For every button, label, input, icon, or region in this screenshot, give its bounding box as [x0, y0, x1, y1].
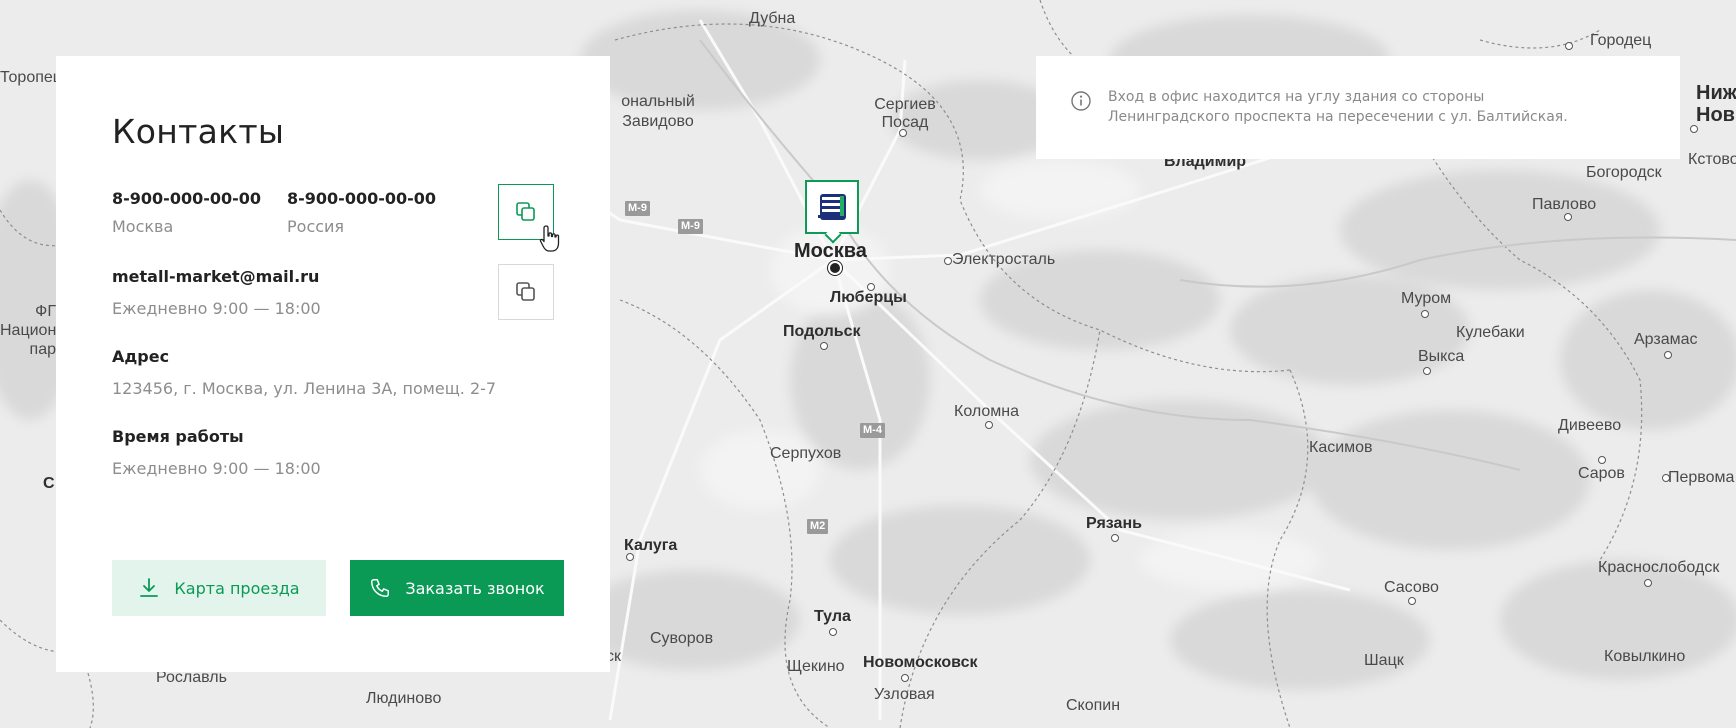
phone-number[interactable]: 8-900-000-00-00 — [287, 189, 436, 208]
map-city-dot — [1662, 474, 1670, 482]
map-city-dot — [1598, 456, 1606, 464]
map-city-label: Выкса — [1418, 348, 1465, 365]
map-city-dot — [829, 628, 837, 636]
request-call-button[interactable]: Заказать звонок — [350, 560, 564, 616]
phone-number[interactable]: 8-900-000-00-00 — [112, 189, 261, 208]
entrance-notice: Вход в офис находится на углу здания со … — [1036, 56, 1680, 159]
map-city-label: Сергиев Посад — [874, 96, 936, 131]
address-value: 123456, г. Москва, ул. Ленина 3А, помещ.… — [112, 379, 497, 398]
map-city-label: Люберцы — [830, 289, 907, 306]
map-city-label: Ковылкино — [1604, 648, 1686, 665]
map-city-label: Городец — [1590, 32, 1652, 49]
map-city-label: С — [43, 475, 55, 492]
map-city-label: Калуга — [624, 537, 678, 554]
road-sign: M-9 — [678, 219, 703, 234]
email-link[interactable]: metall-market@mail.ru — [112, 267, 319, 286]
map-city-dot — [1564, 213, 1572, 221]
map-city-label: Людиново — [366, 690, 442, 707]
map-city-label: Павлово — [1532, 196, 1597, 213]
map-city-dot — [626, 553, 634, 561]
map-city-dot — [1690, 125, 1698, 133]
map-city-dot — [1421, 310, 1429, 318]
map-city-label: Касимов — [1309, 439, 1373, 456]
map-city-label: Сасово — [1384, 579, 1439, 596]
map-city-dot — [985, 421, 993, 429]
address-label: Адрес — [112, 347, 170, 366]
map-city-label: Муром — [1401, 290, 1452, 307]
notice-text: Вход в офис находится на углу здания со … — [1108, 89, 1568, 125]
map-city-dot — [1664, 351, 1672, 359]
copy-icon — [516, 282, 535, 301]
map-city-label: Торопец — [0, 69, 62, 86]
map-city-label: Шацк — [1364, 652, 1404, 669]
map-city-label: Коломна — [954, 403, 1020, 420]
map-city-dot — [1408, 597, 1416, 605]
map-city-dot — [1644, 579, 1652, 587]
map-city-dot — [899, 129, 907, 137]
copy-email-button[interactable] — [498, 264, 554, 320]
map-city-label: Богородск — [1586, 164, 1662, 181]
map-city-label: Электросталь — [952, 251, 1056, 268]
map-city-dot — [1565, 42, 1573, 50]
map-city-label: Нижний Новгород — [1696, 82, 1736, 126]
map-city-dot — [1423, 367, 1431, 375]
map-city-label: Арзамас — [1634, 331, 1698, 348]
map-city-dot — [1111, 534, 1119, 542]
map-city-label: Суворов — [650, 630, 714, 647]
map-city-label: Кулебаки — [1456, 324, 1525, 341]
map-city-label: Дубна — [749, 10, 796, 27]
map-city-dot — [820, 342, 828, 350]
phone-region: Москва — [112, 217, 174, 236]
map-city-label: ональный Завидово — [621, 93, 695, 130]
map-city-label: Саров — [1578, 465, 1625, 482]
email-hours: Ежедневно 9:00 — 18:00 — [112, 299, 321, 318]
map-city-label: Дивеево — [1558, 417, 1622, 434]
request-call-button-label: Заказать звонок — [405, 578, 545, 598]
office-map-marker[interactable] — [805, 180, 859, 234]
copy-icon — [516, 202, 535, 221]
map-city-label: Кстово — [1688, 151, 1736, 168]
hours-label: Время работы — [112, 427, 244, 446]
map-city-label: ФГ Национ пар — [0, 303, 57, 358]
map-city-label: Тула — [814, 608, 851, 625]
map-city-label: Серпухов — [770, 445, 842, 462]
map-city-label: Рязань — [1086, 515, 1142, 532]
contacts-card: Контакты 8-900-000-00-00 Москва 8-900-00… — [56, 56, 610, 672]
road-sign: M-4 — [860, 423, 885, 438]
company-logo-icon — [818, 194, 846, 220]
map-city-dot — [867, 283, 875, 291]
map-city-label: Новомосковск — [863, 654, 978, 671]
map-city-label: Подольск — [783, 323, 861, 340]
map-city-dot — [944, 257, 952, 265]
hours-value: Ежедневно 9:00 — 18:00 — [112, 459, 321, 478]
phone-region: Россия — [287, 217, 345, 236]
download-icon — [140, 578, 159, 597]
hand-cursor-icon — [539, 225, 560, 252]
road-sign: M-9 — [625, 201, 650, 216]
map-city-label: Скопин — [1066, 697, 1121, 714]
map-city-label: Щекино — [787, 658, 845, 675]
route-map-button-label: Карта проезда — [174, 578, 300, 598]
phone-icon — [371, 579, 390, 597]
page-title: Контакты — [112, 112, 285, 151]
road-sign: M2 — [807, 519, 829, 534]
map-city-label: Узловая — [874, 686, 935, 703]
map-city-dot — [901, 674, 909, 682]
route-map-button[interactable]: Карта проезда — [112, 560, 326, 616]
map-location-dot — [828, 261, 842, 275]
map-city-label: Рославль — [156, 669, 227, 686]
map-city-label: Москва — [794, 240, 867, 262]
info-icon — [1071, 91, 1091, 111]
map-city-label: Краснослободск — [1598, 559, 1720, 576]
map-city-label: Первома — [1668, 469, 1735, 486]
